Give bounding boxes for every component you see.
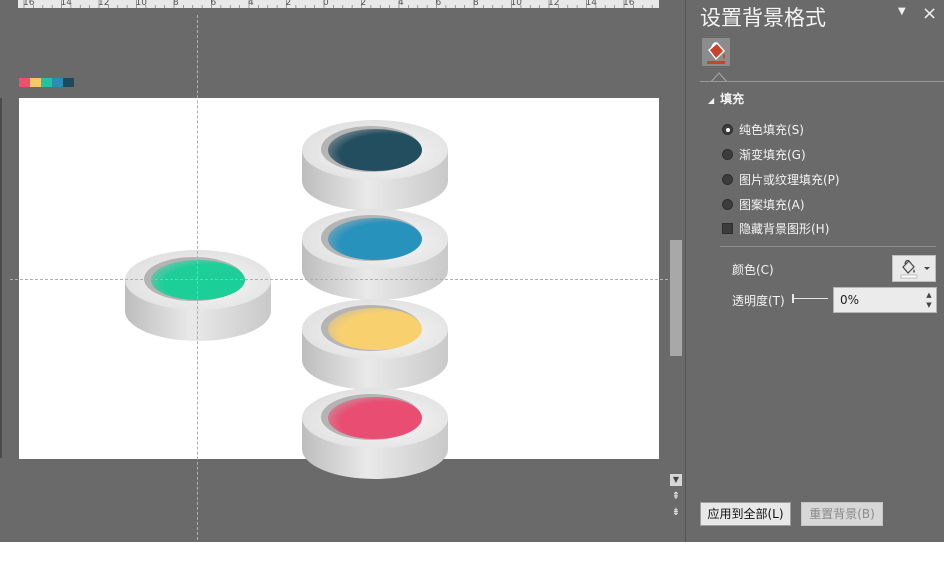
ruler-label: 4 (248, 0, 254, 8)
spin-up-icon[interactable]: ▲ (924, 290, 934, 300)
color-swatch (63, 78, 74, 87)
pattern-fill-radio[interactable] (722, 199, 733, 210)
color-swatch (41, 78, 52, 87)
hide-background-graphics-option[interactable]: 隐藏背景图形(H) (722, 220, 829, 237)
transparency-slider[interactable] (792, 298, 828, 299)
color-picker-button[interactable] (892, 255, 936, 282)
solid-fill-radio[interactable] (722, 124, 733, 135)
pattern-fill-option[interactable]: 图案填充(A) (722, 196, 805, 213)
fill-section-header[interactable]: ◢ 填充 (708, 90, 744, 107)
transparency-slider-thumb[interactable] (792, 294, 794, 303)
ruler-label: 0 (323, 0, 329, 8)
ruler-label: 2 (286, 0, 292, 8)
pattern-fill-label: 图案填充(A) (739, 198, 805, 212)
ruler-label: 16 (23, 0, 35, 8)
ruler-label: 10 (136, 0, 148, 8)
vertical-scrollbar[interactable]: ▼ ⇞ ⇟ (668, 0, 684, 542)
collapse-triangle-icon[interactable]: ◢ (708, 96, 714, 105)
gradient-fill-radio[interactable] (722, 149, 733, 160)
transparency-spinner[interactable]: ▲ ▼ (924, 290, 934, 310)
vertical-ruler (0, 98, 2, 458)
ruler-label: 12 (98, 0, 109, 8)
ruler-label: 12 (548, 0, 559, 8)
reset-background-button[interactable]: 重置背景(B) (801, 502, 883, 526)
color-swatch-strip (19, 78, 74, 87)
fill-section-label: 填充 (720, 92, 745, 106)
transparency-input[interactable]: 0% ▲ ▼ (833, 287, 937, 313)
ruler-label: 16 (623, 0, 635, 8)
pane-options-dropdown-icon[interactable]: ▼ (898, 6, 906, 17)
transparency-value: 0% (840, 293, 860, 307)
solid-fill-label: 纯色填充(S) (739, 123, 804, 137)
picture-fill-option[interactable]: 图片或纹理填充(P) (722, 171, 840, 188)
format-background-pane: 设置背景格式 ▼ × ◢填充 纯色填充(S) 渐变填充(G) 图片或纹理填充( (685, 0, 944, 542)
picture-fill-label: 图片或纹理填充(P) (739, 173, 840, 187)
ruler-label: 8 (173, 0, 179, 8)
ruler-label: 14 (586, 0, 598, 8)
gradient-fill-label: 渐变填充(G) (739, 148, 806, 162)
solid-fill-option[interactable]: 纯色填充(S) (722, 121, 804, 138)
ruler-label: 6 (436, 0, 442, 8)
ruler-ticks: 16 14 12 10 8 6 4 2 0 2 4 6 8 10 12 14 16 (23, 0, 653, 8)
hide-background-label: 隐藏背景图形(H) (739, 222, 830, 236)
transparency-label: 透明度(T) (732, 294, 785, 308)
ruler-label: 4 (398, 0, 404, 8)
powerpoint-window: 16 14 12 10 8 6 4 2 0 2 4 6 8 10 12 14 16 ▼ ⇞ ⇟ 设置背景格式 ▼… (0, 0, 944, 542)
ruler-label: 14 (61, 0, 73, 8)
fill-tab[interactable] (702, 38, 730, 66)
pane-title: 设置背景格式 (700, 6, 826, 30)
next-slide-icon[interactable]: ⇟ (670, 506, 682, 520)
paint-bucket-icon (707, 42, 725, 64)
horizontal-guide[interactable] (10, 279, 668, 280)
color-swatch (52, 78, 63, 87)
color-swatch (19, 78, 30, 87)
horizontal-ruler: 16 14 12 10 8 6 4 2 0 2 4 6 8 10 12 14 16 (18, 0, 659, 8)
close-icon[interactable]: × (922, 3, 937, 24)
fill-color-icon (900, 259, 930, 279)
ruler-label: 10 (511, 0, 523, 8)
scroll-thumb[interactable] (670, 240, 682, 356)
tab-divider (700, 81, 944, 82)
gradient-fill-option[interactable]: 渐变填充(G) (722, 146, 806, 163)
ruler-label: 8 (473, 0, 479, 8)
ruler-label: 6 (211, 0, 217, 8)
hide-background-checkbox[interactable] (722, 223, 733, 234)
apply-to-all-button[interactable]: 应用到全部(L) (700, 502, 791, 526)
color-label: 颜色(C) (732, 263, 774, 277)
scroll-down-arrow-icon[interactable]: ▼ (670, 474, 682, 486)
ruler-label: 2 (361, 0, 367, 8)
section-divider (720, 246, 936, 247)
previous-slide-icon[interactable]: ⇞ (670, 490, 682, 504)
color-swatch (30, 78, 41, 87)
picture-fill-radio[interactable] (722, 174, 733, 185)
spin-down-icon[interactable]: ▼ (924, 300, 934, 310)
